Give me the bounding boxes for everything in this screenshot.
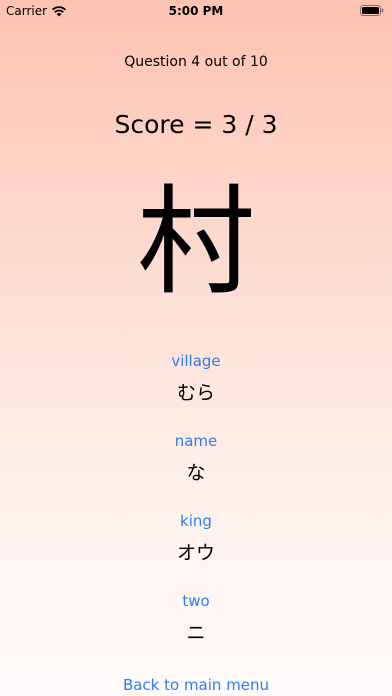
choice-king: king オウ bbox=[0, 512, 392, 565]
status-bar: Carrier 5:00 PM bbox=[0, 0, 392, 22]
choice-king-button[interactable]: king bbox=[180, 512, 212, 530]
question-counter: Question 4 out of 10 bbox=[124, 54, 268, 70]
back-to-main-menu-button[interactable]: Back to main menu bbox=[0, 676, 392, 694]
choice-village-reading: むら bbox=[176, 382, 215, 404]
score-display: Score = 3 / 3 bbox=[114, 110, 278, 139]
choice-village-button[interactable]: village bbox=[171, 352, 220, 370]
status-time: 5:00 PM bbox=[168, 4, 224, 18]
choice-two: two ニ bbox=[0, 592, 392, 645]
choice-two-reading: ニ bbox=[186, 622, 206, 644]
kanji-character: 村 bbox=[136, 173, 255, 311]
choice-village: village むら bbox=[0, 352, 392, 405]
choice-two-button[interactable]: two bbox=[182, 592, 209, 610]
choice-king-reading: オウ bbox=[176, 542, 215, 564]
choice-name: name な bbox=[0, 432, 392, 485]
choice-name-button[interactable]: name bbox=[175, 432, 218, 450]
battery-icon bbox=[360, 5, 384, 16]
choice-name-reading: な bbox=[186, 462, 206, 484]
